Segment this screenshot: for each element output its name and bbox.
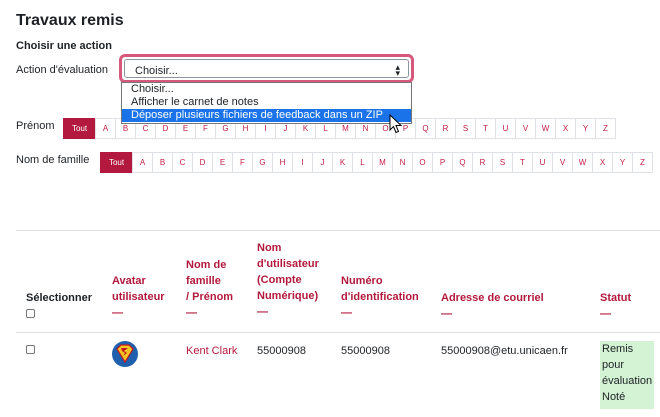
row-idnumber: 55000908 xyxy=(341,345,390,357)
lastname-initial-r[interactable]: R xyxy=(472,152,493,173)
lastname-initial-d[interactable]: D xyxy=(192,152,213,173)
lastname-initial-n[interactable]: N xyxy=(392,152,413,173)
lastname-initial-g[interactable]: G xyxy=(252,152,273,173)
mouse-pointer-icon xyxy=(389,114,403,134)
firstname-initial-x[interactable]: X xyxy=(555,118,576,139)
firstname-initial-u[interactable]: U xyxy=(495,118,516,139)
lastname-initial-b[interactable]: B xyxy=(152,152,173,173)
row-select-checkbox[interactable] xyxy=(26,345,35,354)
grading-action-dropdown[interactable]: Choisir... Afficher le carnet de notes D… xyxy=(121,82,412,124)
row-email: 55000908@etu.unicaen.fr xyxy=(441,345,568,357)
table-header-border xyxy=(16,332,660,333)
grading-action-value: Choisir... xyxy=(135,65,178,77)
firstname-initial-z[interactable]: Z xyxy=(595,118,616,139)
firstname-initial-a[interactable]: A xyxy=(95,118,116,139)
lastname-initial-e[interactable]: E xyxy=(212,152,233,173)
header-idnumber[interactable]: Numéro d'identification — xyxy=(341,273,419,321)
header-select: Sélectionner xyxy=(26,292,93,304)
row-fullname-link[interactable]: Kent Clark xyxy=(186,345,237,357)
header-email[interactable]: Adresse de courriel — xyxy=(441,290,544,322)
lastname-initial-q[interactable]: Q xyxy=(452,152,473,173)
lastname-initial-i[interactable]: I xyxy=(292,152,313,173)
table-top-border xyxy=(16,230,660,231)
select-caret-icon: ▴ ▾ xyxy=(395,62,400,78)
avatar[interactable] xyxy=(112,341,138,367)
lastname-initial-z[interactable]: Z xyxy=(632,152,653,173)
grading-action-label: Action d'évaluation xyxy=(16,64,108,76)
sort-dash-icon: — xyxy=(341,307,352,319)
lastname-initial-u[interactable]: U xyxy=(532,152,553,173)
firstname-initial-y[interactable]: Y xyxy=(575,118,596,139)
row-username: 55000908 xyxy=(257,345,306,357)
lastname-initial-x[interactable]: X xyxy=(592,152,613,173)
firstname-initial-v[interactable]: V xyxy=(515,118,536,139)
header-status[interactable]: Statut — xyxy=(600,290,631,322)
sort-dash-icon: — xyxy=(600,308,611,320)
sort-dash-icon: — xyxy=(441,308,452,320)
sort-dash-icon: — xyxy=(257,306,268,318)
lastname-initial-s[interactable]: S xyxy=(492,152,513,173)
header-fullname[interactable]: Nom de famille / Prénom — xyxy=(186,257,233,321)
option-upload-feedback-zip[interactable]: Déposer plusieurs fichiers de feedback d… xyxy=(122,109,411,122)
lastname-initials-bar: Tout ABCDEFGHIJKLMNOPQRSTUVWXYZ xyxy=(100,152,653,173)
lastname-initial-a[interactable]: A xyxy=(132,152,153,173)
section-title: Choisir une action xyxy=(16,40,112,52)
select-all-checkbox[interactable] xyxy=(26,309,35,318)
firstname-initial-q[interactable]: Q xyxy=(415,118,436,139)
header-username[interactable]: Nom d'utilisateur (Compte Numérique) — xyxy=(257,240,319,320)
status-badge: Remis pour évaluation Noté xyxy=(600,341,654,409)
firstname-initial-r[interactable]: R xyxy=(435,118,456,139)
lastname-initial-k[interactable]: K xyxy=(332,152,353,173)
lastname-initial-l[interactable]: L xyxy=(352,152,373,173)
grading-action-select[interactable]: Choisir... ▴ ▾ xyxy=(119,54,414,83)
lastname-initial-j[interactable]: J xyxy=(312,152,333,173)
lastname-initial-t[interactable]: T xyxy=(512,152,533,173)
lastname-all-button[interactable]: Tout xyxy=(100,152,133,173)
header-avatar[interactable]: Avatar utilisateur — xyxy=(112,273,165,321)
lastname-initial-m[interactable]: M xyxy=(372,152,393,173)
firstname-initial-s[interactable]: S xyxy=(455,118,476,139)
sort-dash-icon: — xyxy=(112,307,123,319)
firstname-all-button[interactable]: Tout xyxy=(63,118,96,139)
lastname-initial-w[interactable]: W xyxy=(572,152,593,173)
lastname-initial-c[interactable]: C xyxy=(172,152,193,173)
option-view-gradebook[interactable]: Afficher le carnet de notes xyxy=(122,96,411,109)
firstname-initial-t[interactable]: T xyxy=(475,118,496,139)
lastname-initial-y[interactable]: Y xyxy=(612,152,633,173)
lastname-initial-o[interactable]: O xyxy=(412,152,433,173)
sort-dash-icon: — xyxy=(186,307,197,319)
lastname-initial-f[interactable]: F xyxy=(232,152,253,173)
lastname-filter-label: Nom de famille xyxy=(16,154,90,166)
lastname-initial-v[interactable]: V xyxy=(552,152,573,173)
lastname-initial-h[interactable]: H xyxy=(272,152,293,173)
firstname-initial-w[interactable]: W xyxy=(535,118,556,139)
lastname-initial-p[interactable]: P xyxy=(432,152,453,173)
firstname-filter-label: Prénom xyxy=(16,120,55,132)
page-title: Travaux remis xyxy=(16,12,124,29)
option-choose[interactable]: Choisir... xyxy=(122,83,411,96)
